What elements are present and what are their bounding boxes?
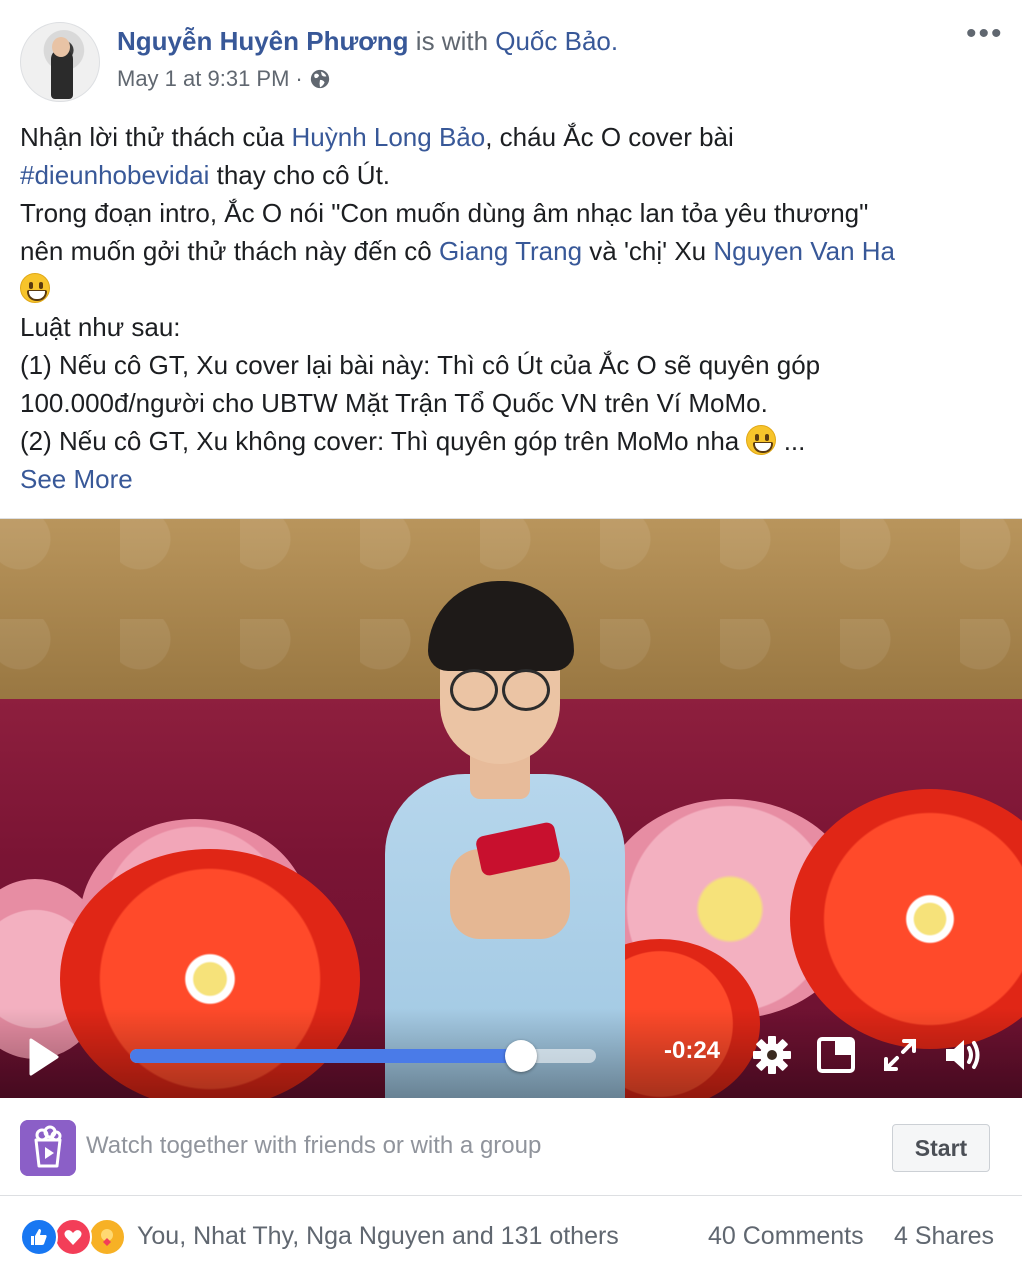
with-text: is with bbox=[408, 26, 496, 56]
avatar-face bbox=[52, 37, 70, 57]
watch-party-icon bbox=[20, 1120, 76, 1176]
body-text: thay cho cô Út. bbox=[209, 160, 391, 190]
body-line: (1) Nếu cô GT, Xu cover lại bài này: Thì… bbox=[20, 350, 821, 380]
body-line: 100.000đ/người cho UBTW Mặt Trận Tổ Quốc… bbox=[20, 388, 768, 418]
watch-together-text: Watch together with friends or with a gr… bbox=[86, 1132, 542, 1159]
time-remaining: -0:24 bbox=[664, 1037, 721, 1064]
volume-icon[interactable] bbox=[942, 1033, 986, 1077]
mention-link[interactable]: Huỳnh Long Bảo bbox=[292, 122, 486, 152]
love-reaction-icon bbox=[54, 1218, 92, 1256]
mention-link[interactable]: Nguyen Van Ha bbox=[713, 236, 895, 266]
video-progress-fill bbox=[130, 1049, 522, 1063]
fullscreen-icon[interactable] bbox=[878, 1033, 922, 1077]
body-text: ... bbox=[776, 426, 806, 456]
globe-icon[interactable] bbox=[309, 68, 331, 90]
post-meta: May 1 at 9:31 PM · bbox=[117, 66, 331, 92]
reaction-icons[interactable] bbox=[20, 1218, 130, 1258]
body-line: (2) Nếu cô GT, Xu không cover: Thì quyên… bbox=[20, 422, 1002, 460]
video-progress-bar[interactable] bbox=[130, 1040, 596, 1072]
body-line: #dieunhobevidai thay cho cô Út. bbox=[20, 156, 1002, 194]
grinning-emoji-icon bbox=[746, 425, 777, 455]
play-icon[interactable] bbox=[28, 1037, 60, 1077]
more-options-icon[interactable]: ••• bbox=[966, 19, 1002, 49]
start-watch-party-button[interactable]: Start bbox=[892, 1124, 990, 1172]
author-line: Nguyễn Huyên Phương is with Quốc Bảo. bbox=[117, 26, 618, 57]
picture-in-picture-icon[interactable] bbox=[814, 1033, 858, 1077]
hashtag-link[interactable]: #dieunhobevidai bbox=[20, 160, 209, 190]
comments-count-link[interactable]: 40 Comments bbox=[708, 1222, 864, 1251]
body-text: nên muốn gởi thử thách này đến cô bbox=[20, 236, 439, 266]
body-text: , cháu Ắc O cover bài bbox=[485, 122, 734, 152]
post-footer: You, Nhat Thy, Nga Nguyen and 131 others… bbox=[0, 1196, 1022, 1272]
body-line: nên muốn gởi thử thách này đến cô Giang … bbox=[20, 232, 1002, 270]
video-player[interactable]: -0:24 bbox=[0, 518, 1022, 1098]
like-reaction-icon bbox=[20, 1218, 58, 1256]
body-line: Nhận lời thử thách của Huỳnh Long Bảo, c… bbox=[20, 118, 1002, 156]
body-text: Nhận lời thử thách của bbox=[20, 122, 292, 152]
author-avatar[interactable] bbox=[20, 22, 100, 102]
post-header: Nguyễn Huyên Phương is with Quốc Bảo. Ma… bbox=[20, 19, 1002, 104]
body-text: và 'chị' Xu bbox=[582, 236, 714, 266]
video-frame-glasses bbox=[450, 669, 550, 711]
body-line bbox=[20, 270, 1002, 308]
watch-together-bar: Watch together with friends or with a gr… bbox=[0, 1098, 1022, 1196]
care-reaction-icon bbox=[88, 1218, 126, 1256]
see-more-link[interactable]: See More bbox=[20, 460, 1002, 498]
grinning-emoji-icon bbox=[20, 273, 50, 303]
meta-separator: · bbox=[295, 66, 303, 91]
post-timestamp[interactable]: May 1 at 9:31 PM bbox=[117, 66, 289, 92]
body-line: Trong đoạn intro, Ắc O nói "Con muốn dùn… bbox=[20, 198, 869, 228]
settings-gear-icon[interactable] bbox=[750, 1033, 794, 1077]
tagged-person-link[interactable]: Quốc Bảo. bbox=[495, 26, 618, 56]
author-name-link[interactable]: Nguyễn Huyên Phương bbox=[117, 26, 409, 56]
mention-link[interactable]: Giang Trang bbox=[439, 236, 582, 266]
body-line: Luật như sau: bbox=[20, 312, 181, 342]
post-body: Nhận lời thử thách của Huỳnh Long Bảo, c… bbox=[20, 118, 1002, 498]
body-text: (2) Nếu cô GT, Xu không cover: Thì quyên… bbox=[20, 426, 747, 456]
shares-count-link[interactable]: 4 Shares bbox=[894, 1222, 994, 1251]
reaction-summary-link[interactable]: You, Nhat Thy, Nga Nguyen and 131 others bbox=[137, 1222, 619, 1251]
